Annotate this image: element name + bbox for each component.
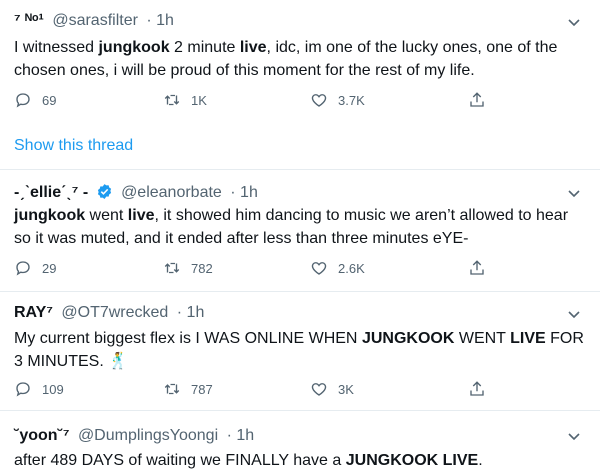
reply-button[interactable]: 69 — [14, 91, 56, 109]
reply-button[interactable]: 29 — [14, 259, 56, 277]
like-button[interactable]: 2.6K — [310, 259, 365, 277]
share-button[interactable] — [468, 380, 496, 398]
tweet[interactable]: RAY⁷ @OT7wrecked · 1h My current biggest… — [0, 292, 600, 410]
retweet-icon — [164, 262, 180, 274]
retweet-count: 782 — [191, 260, 213, 276]
tweet-actions: 109 787 3K — [14, 380, 574, 402]
share-icon — [470, 260, 484, 275]
verified-badge-icon — [97, 184, 111, 199]
tweet-text-segment: 2 minute — [169, 39, 240, 56]
heart-icon — [311, 94, 327, 107]
highlighted-keyword: live — [239, 39, 267, 56]
like-count: 2.6K — [338, 260, 365, 276]
tweet[interactable]: -ˏˋellieˊˎ⁷ - @eleanorbate · 1h jungkook… — [0, 170, 600, 290]
reply-icon — [16, 93, 30, 108]
highlighted-keyword: live — [127, 207, 155, 224]
timestamp[interactable]: · 1h — [230, 184, 258, 201]
timestamp[interactable]: · 1h — [146, 12, 174, 29]
tweet-text: My current biggest flex is I WAS ONLINE … — [14, 327, 589, 373]
reply-count: 69 — [42, 92, 57, 108]
share-button[interactable] — [468, 91, 496, 109]
highlighted-keyword: JUNGKOOK — [361, 330, 455, 347]
tweet[interactable]: ⁷ ᴺᵒ¹ @sarasfilter · 1h I witnessed jung… — [0, 0, 600, 170]
retweet-icon — [164, 94, 180, 106]
user-handle[interactable]: @DumplingsYoongi — [78, 427, 218, 444]
reply-icon — [16, 382, 30, 397]
reply-count: 29 — [42, 260, 57, 276]
chevron-down-icon[interactable] — [566, 14, 582, 30]
share-icon — [470, 381, 484, 396]
tweet-text-segment: WENT — [454, 330, 511, 347]
like-count: 3K — [338, 381, 354, 397]
like-button[interactable]: 3.7K — [310, 91, 365, 109]
user-handle[interactable]: @sarasfilter — [52, 12, 138, 29]
user-handle[interactable]: @OT7wrecked — [61, 304, 168, 321]
retweet-icon — [164, 383, 180, 395]
reply-icon — [16, 261, 30, 276]
reply-button[interactable]: 109 — [14, 380, 64, 398]
tweet-actions: 29 782 2.6K — [14, 259, 574, 281]
retweet-button[interactable]: 1K — [163, 91, 207, 109]
tweet-header: -ˏˋellieˊˎ⁷ - @eleanorbate · 1h — [14, 183, 258, 202]
reply-count: 109 — [42, 381, 64, 397]
chevron-down-icon[interactable] — [566, 428, 582, 444]
highlighted-keyword: jungkook — [98, 39, 170, 56]
timestamp[interactable]: · 1h — [177, 304, 205, 321]
tweet-header: ˘yoon˘⁷ @DumplingsYoongi · 1h — [14, 427, 254, 445]
tweet-text-segment: I witnessed — [14, 39, 99, 56]
like-button[interactable]: 3K — [310, 380, 354, 398]
display-name[interactable]: ⁷ ᴺᵒ¹ — [14, 12, 44, 29]
retweet-button[interactable]: 782 — [163, 259, 213, 277]
tweet-header: ⁷ ᴺᵒ¹ @sarasfilter · 1h — [14, 12, 174, 30]
tweet-text-segment: after 489 DAYS of waiting we FINALLY hav… — [14, 452, 346, 469]
display-name[interactable]: -ˏˋellieˊˎ⁷ - — [14, 184, 88, 201]
tweet-text: jungkook went live, it showed him dancin… — [14, 204, 589, 250]
like-count: 3.7K — [338, 92, 365, 108]
retweet-button[interactable]: 787 — [163, 380, 213, 398]
display-name[interactable]: ˘yoon˘⁷ — [14, 427, 69, 444]
share-button[interactable] — [468, 259, 496, 277]
tweet[interactable]: ˘yoon˘⁷ @DumplingsYoongi · 1h after 489 … — [0, 411, 600, 476]
share-icon — [470, 92, 484, 107]
display-name[interactable]: RAY⁷ — [14, 304, 53, 321]
highlighted-keyword: JUNGKOOK LIVE — [345, 452, 479, 469]
tweet-text-segment: My current biggest flex is I WAS ONLINE … — [14, 330, 362, 347]
heart-icon — [311, 383, 327, 396]
tweet-text-segment: went — [85, 207, 128, 224]
timestamp[interactable]: · 1h — [227, 427, 255, 444]
user-handle[interactable]: @eleanorbate — [121, 184, 222, 201]
tweet-actions: 69 1K 3.7K — [14, 91, 574, 113]
tweet-feed: ⁷ ᴺᵒ¹ @sarasfilter · 1h I witnessed jung… — [0, 0, 600, 476]
show-this-thread-link[interactable]: Show this thread — [14, 137, 133, 155]
retweet-count: 787 — [191, 381, 213, 397]
retweet-count: 1K — [191, 92, 207, 108]
chevron-down-icon[interactable] — [566, 306, 582, 322]
heart-icon — [311, 262, 327, 275]
highlighted-keyword: jungkook — [14, 207, 86, 224]
tweet-text-segment: . — [478, 452, 483, 469]
chevron-down-icon[interactable] — [566, 185, 582, 201]
highlighted-keyword: LIVE — [510, 330, 546, 347]
tweet-text: I witnessed jungkook 2 minute live, idc,… — [14, 36, 589, 82]
tweet-header: RAY⁷ @OT7wrecked · 1h — [14, 304, 204, 322]
tweet-text: after 489 DAYS of waiting we FINALLY hav… — [14, 449, 589, 472]
